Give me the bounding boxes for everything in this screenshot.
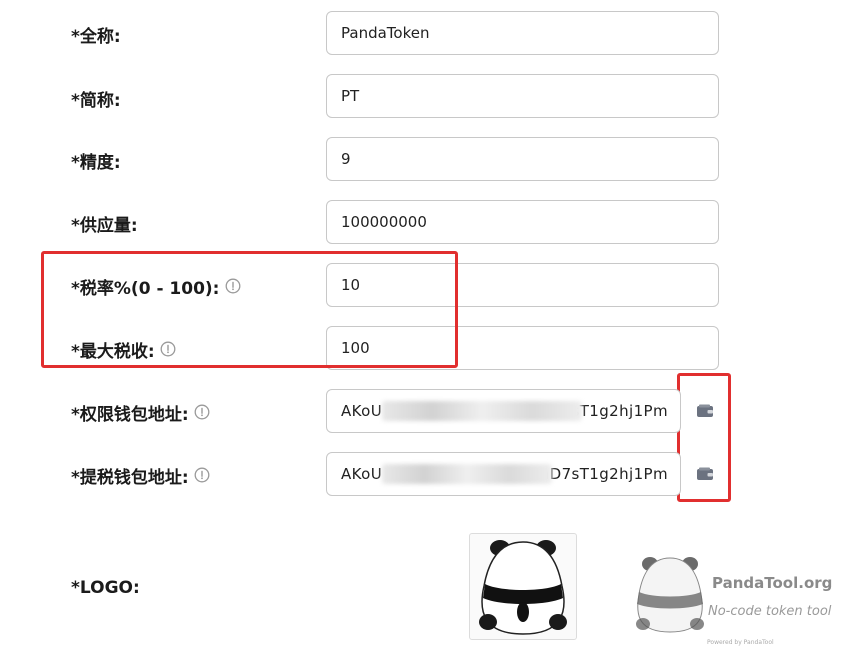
tax-wallet-label: *提税钱包地址: bbox=[71, 463, 211, 488]
symbol-input[interactable] bbox=[326, 74, 719, 118]
question-circle-icon[interactable] bbox=[194, 467, 211, 484]
full-name-label: *全称: bbox=[71, 26, 121, 47]
redaction-blur bbox=[382, 464, 552, 484]
decimals-label: *精度: bbox=[71, 152, 121, 173]
logo-upload[interactable] bbox=[469, 533, 577, 640]
watermark-tagline: No-code token tool bbox=[708, 604, 832, 619]
symbol-label: *简称: bbox=[71, 90, 121, 111]
question-circle-icon[interactable] bbox=[194, 404, 211, 421]
panda-logo-image bbox=[479, 540, 567, 635]
decimals-input[interactable] bbox=[326, 137, 719, 181]
watermark-small: Powered by PandaTool bbox=[707, 639, 774, 646]
wallet-icon[interactable] bbox=[693, 399, 717, 423]
supply-label: *供应量: bbox=[71, 215, 138, 236]
wallet-icon[interactable] bbox=[693, 462, 717, 486]
watermark-brand: PandaTool.org bbox=[712, 574, 833, 592]
authority-wallet-label: *权限钱包地址: bbox=[71, 400, 211, 425]
tax-fields-highlight bbox=[41, 251, 458, 368]
supply-input[interactable] bbox=[326, 200, 719, 244]
watermark-panda-image bbox=[628, 552, 712, 636]
redaction-blur bbox=[382, 401, 582, 421]
logo-label: *LOGO: bbox=[71, 578, 140, 598]
full-name-input[interactable] bbox=[326, 11, 719, 55]
